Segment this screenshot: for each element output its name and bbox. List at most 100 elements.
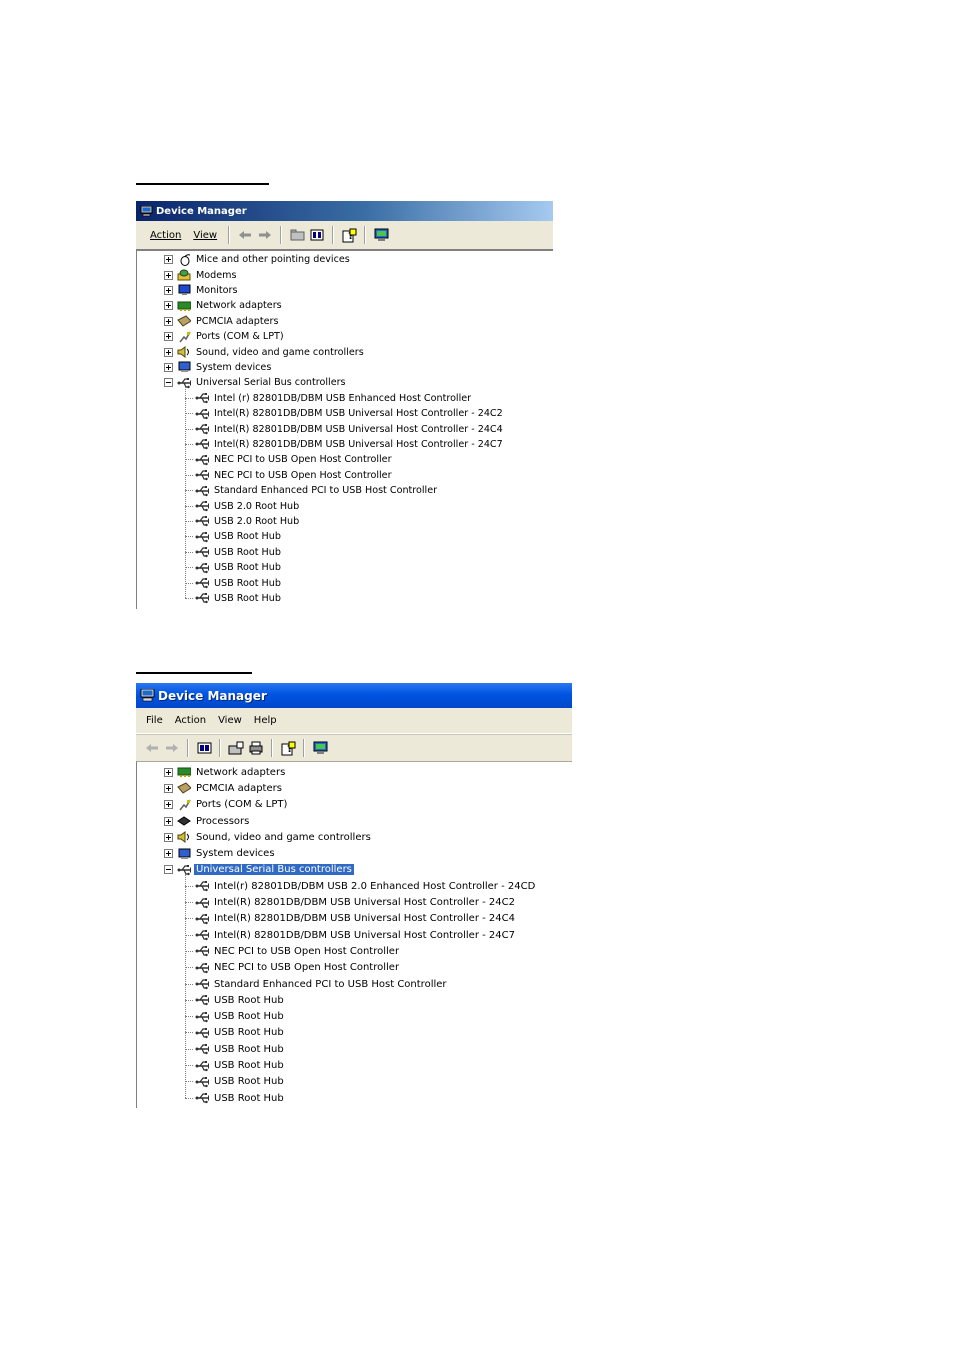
tree-device-item[interactable]: USB Root Hub [185,529,283,544]
tree-device-item[interactable]: USB Root Hub [185,1041,286,1057]
device-manager-window-classic: Device Manager Action View ? Mice and ot… [136,201,553,609]
tree-device-item[interactable]: USB Root Hub [185,992,286,1008]
tree-device-item[interactable]: Intel(R) 82801DB/DBM USB Universal Host … [185,437,505,452]
tree-device-item[interactable]: Intel(R) 82801DB/DBM USB Universal Host … [185,421,505,436]
menu-bar: File Action View Help [136,708,572,734]
usb-icon [195,929,209,941]
usb-icon [195,994,209,1006]
tree-device-item[interactable]: USB Root Hub [185,1057,286,1073]
tree-device-item[interactable]: Standard Enhanced PCI to USB Host Contro… [185,483,439,498]
tree-device-label: USB 2.0 Root Hub [214,515,300,527]
tree-device-item[interactable]: NEC PCI to USB Open Host Controller [185,452,394,467]
tree-device-item[interactable]: Intel (r) 82801DB/DBM USB Enhanced Host … [185,391,473,406]
collapse-toggle[interactable] [164,378,173,388]
window-title: Device Manager [156,205,247,217]
tree-device-item[interactable]: USB 2.0 Root Hub [185,498,301,513]
tree-device-item[interactable]: Intel(r) 82801DB/DBM USB 2.0 Enhanced Ho… [185,878,537,894]
tree-device-item[interactable]: Intel(R) 82801DB/DBM USB Universal Host … [185,894,517,910]
help-icon[interactable]: ? [280,740,296,756]
help-icon[interactable]: ? [341,227,357,243]
tree-device-label: Standard Enhanced PCI to USB Host Contro… [214,978,447,990]
device-manager-window-xp: Device Manager File Action View Help ? N… [136,683,572,1108]
tree-category[interactable]: Universal Serial Bus controllers [164,375,348,390]
forward-arrow-icon[interactable] [257,227,273,243]
forward-arrow-icon[interactable] [164,740,180,756]
tree-category[interactable]: System devices [164,846,277,862]
expand-toggle[interactable] [164,285,173,295]
tree-category[interactable]: Sound, video and game controllers [164,829,373,845]
tree-device-item[interactable]: USB Root Hub [185,591,283,606]
tree-device-item[interactable]: NEC PCI to USB Open Host Controller [185,960,401,976]
usb-icon [195,531,209,543]
menu-action[interactable]: Action [144,230,187,241]
menu-view[interactable]: View [212,715,248,726]
tree-category[interactable]: Monitors [164,283,239,298]
toolbar: ? [136,734,572,762]
properties-icon[interactable] [196,740,212,756]
tree-device-label: Intel(R) 82801DB/DBM USB Universal Host … [214,408,503,420]
expand-toggle[interactable] [164,362,173,372]
expand-toggle[interactable] [164,255,173,265]
tree-device-item[interactable]: Standard Enhanced PCI to USB Host Contro… [185,976,449,992]
tree-device-item[interactable]: Intel(R) 82801DB/DBM USB Universal Host … [185,406,505,421]
tree-device-item[interactable]: USB Root Hub [185,1090,286,1106]
menu-help[interactable]: Help [248,715,283,726]
tree-device-item[interactable]: USB 2.0 Root Hub [185,514,301,529]
tree-category[interactable]: Ports (COM & LPT) [164,329,286,344]
expand-toggle[interactable] [164,332,173,342]
menu-action[interactable]: Action [169,715,212,726]
tree-device-label: USB Root Hub [214,1027,284,1039]
menu-file[interactable]: File [140,715,169,726]
menu-view[interactable]: View [187,230,223,241]
tree-device-item[interactable]: NEC PCI to USB Open Host Controller [185,468,394,483]
expand-toggle[interactable] [164,301,173,311]
collapse-toggle[interactable] [164,865,173,875]
tree-category[interactable]: Ports (COM & LPT) [164,797,289,813]
usb-icon [195,1043,209,1055]
expand-toggle[interactable] [164,816,173,826]
tree-category[interactable]: Modems [164,267,238,282]
tree-device-item[interactable]: USB Root Hub [185,560,283,575]
expand-toggle[interactable] [164,800,173,810]
computer-icon [140,205,153,217]
expand-toggle[interactable] [164,849,173,859]
expand-toggle[interactable] [164,316,173,326]
tree-device-item[interactable]: USB Root Hub [185,1009,286,1025]
print-icon[interactable] [248,740,264,756]
tree-category[interactable]: Network adapters [164,764,287,780]
device-tree: Network adapters PCMCIA adapters Ports (CO… [136,761,572,1108]
tree-category[interactable]: Mice and other pointing devices [164,252,352,267]
tree-device-item[interactable]: USB Root Hub [185,1074,286,1090]
expand-toggle[interactable] [164,767,173,777]
tree-category-label: Sound, video and game controllers [196,831,371,843]
pcmcia-icon [177,782,191,795]
back-arrow-icon[interactable] [237,227,253,243]
tree-device-label: USB Root Hub [214,562,281,574]
tree-category[interactable]: Network adapters [164,298,284,313]
tree-category-label: Sound, video and game controllers [196,346,364,358]
expand-toggle[interactable] [164,270,173,280]
tree-category[interactable]: Sound, video and game controllers [164,344,366,359]
tree-device-item[interactable]: USB Root Hub [185,575,283,590]
update-driver-icon[interactable] [228,740,244,756]
tree-category[interactable]: PCMCIA adapters [164,780,284,796]
tree-device-item[interactable]: NEC PCI to USB Open Host Controller [185,943,401,959]
tree-category[interactable]: Universal Serial Bus controllers [164,862,354,878]
tree-device-item[interactable]: USB Root Hub [185,545,283,560]
tree-device-item[interactable]: Intel(R) 82801DB/DBM USB Universal Host … [185,927,517,943]
scan-hardware-icon[interactable] [312,740,328,756]
tree-category[interactable]: PCMCIA adapters [164,314,280,329]
back-arrow-icon[interactable] [144,740,160,756]
tree-category[interactable]: System devices [164,360,273,375]
scan-hardware-icon[interactable] [373,227,389,243]
folder-icon[interactable] [289,227,305,243]
tree-device-item[interactable]: USB Root Hub [185,1025,286,1041]
expand-toggle[interactable] [164,783,173,793]
expand-toggle[interactable] [164,832,173,842]
tree-device-item[interactable]: Intel(R) 82801DB/DBM USB Universal Host … [185,911,517,927]
tree-category-label: Modems [196,269,237,281]
tree-category[interactable]: Processors [164,813,251,829]
properties-icon[interactable] [309,227,325,243]
expand-toggle[interactable] [164,347,173,357]
device-tree: Mice and other pointing devices Modems Mon… [136,251,553,609]
